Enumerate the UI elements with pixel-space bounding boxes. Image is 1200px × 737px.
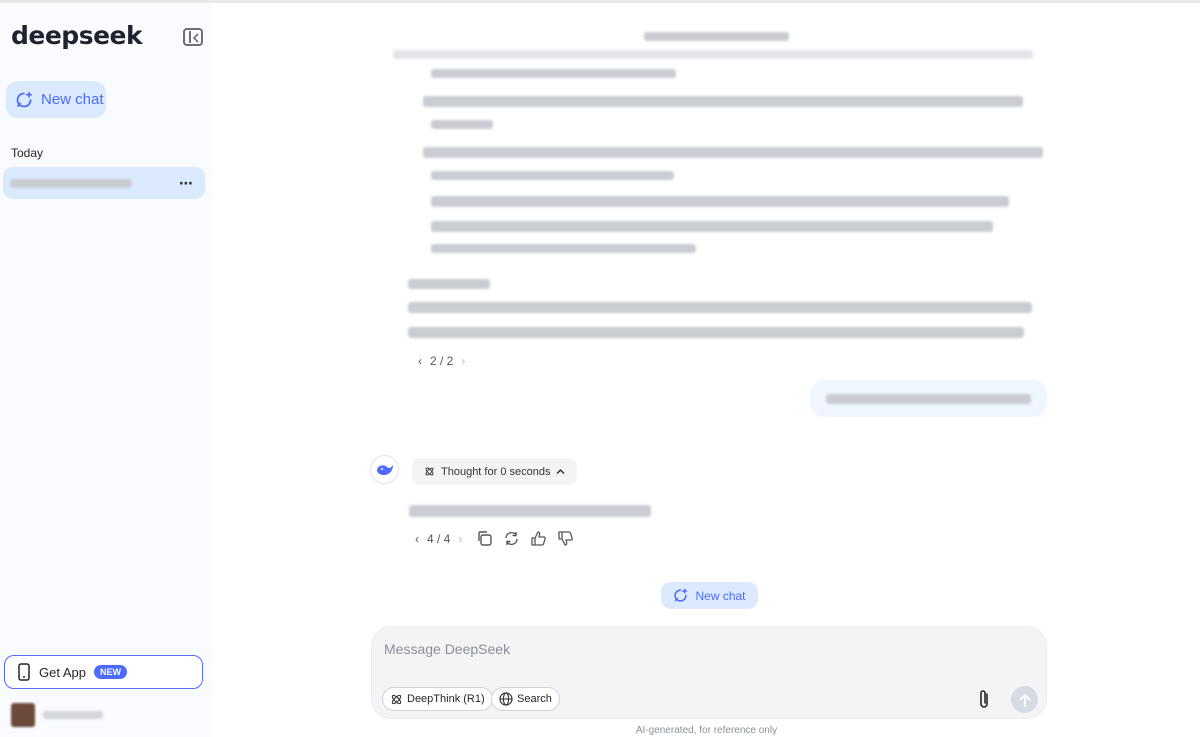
new-chat-label: New chat (41, 91, 104, 108)
assistant-reply-redacted (409, 505, 651, 517)
get-app-label: Get App (39, 664, 86, 680)
user-message-redacted (826, 393, 1031, 404)
history-item[interactable]: ⋯ (3, 167, 205, 199)
paperclip-icon[interactable] (977, 688, 991, 710)
assistant-message-redacted (213, 3, 1200, 348)
new-chat-inline-label: New chat (695, 588, 746, 603)
thumbs-up-icon[interactable] (530, 530, 547, 547)
deepseek-whale-icon (370, 455, 399, 484)
new-chat-inline-button[interactable]: New chat (661, 582, 758, 609)
thought-toggle[interactable]: Thought for 0 seconds (412, 458, 578, 485)
thought-label: Thought for 0 seconds (441, 465, 551, 478)
user-name-redacted (43, 711, 103, 719)
deepthink-toggle[interactable]: DeepThink (R1) (382, 687, 493, 711)
user-profile[interactable] (11, 703, 103, 727)
sidebar-collapse-icon[interactable] (183, 28, 203, 46)
search-toggle[interactable]: Search (491, 687, 560, 711)
chevron-up-icon (556, 468, 565, 475)
message-input[interactable] (384, 641, 944, 657)
chevron-right-icon[interactable]: › (458, 532, 462, 546)
copy-icon[interactable] (476, 530, 493, 547)
response-pager: ‹ 2 / 2 › (418, 354, 465, 368)
new-chat-icon (674, 588, 688, 602)
search-label: Search (517, 693, 552, 705)
regenerate-icon[interactable] (503, 530, 520, 547)
phone-icon (18, 663, 30, 681)
user-message (810, 380, 1047, 417)
deepseek-logo: deepseek (11, 21, 143, 50)
avatar (11, 703, 35, 727)
arrow-up-icon (1019, 693, 1030, 707)
reply-pager-label: 4 / 4 (427, 531, 451, 546)
get-app-button[interactable]: Get App NEW (4, 655, 203, 689)
globe-icon (499, 692, 513, 706)
thumbs-down-icon[interactable] (557, 530, 574, 547)
new-badge: NEW (93, 665, 127, 679)
new-chat-icon (16, 91, 33, 107)
atom-icon (425, 467, 434, 476)
sidebar: deepseek New chat Today ⋯ Get App NEW (0, 3, 213, 737)
chevron-left-icon[interactable]: ‹ (418, 354, 422, 368)
deepthink-label: DeepThink (R1) (407, 693, 485, 705)
response-pager-label: 2 / 2 (430, 354, 454, 368)
chevron-right-icon[interactable]: › (461, 354, 465, 368)
history-item-menu-icon[interactable]: ⋯ (179, 175, 193, 192)
atom-icon (391, 694, 402, 704)
send-button[interactable] (1011, 686, 1038, 713)
history-section-today: Today (11, 146, 44, 160)
chat-area: ‹ 2 / 2 › Thought for 0 seconds ‹ 4 / 4 … (213, 3, 1200, 737)
disclaimer: AI-generated, for reference only (635, 725, 778, 736)
new-chat-button[interactable]: New chat (6, 81, 106, 118)
message-composer: DeepThink (R1) Search (371, 626, 1047, 719)
chevron-left-icon[interactable]: ‹ (415, 532, 419, 546)
message-actions: ‹ 4 / 4 › (415, 530, 574, 547)
reply-pager: ‹ 4 / 4 › (415, 532, 462, 546)
history-item-title-redacted (10, 178, 132, 188)
